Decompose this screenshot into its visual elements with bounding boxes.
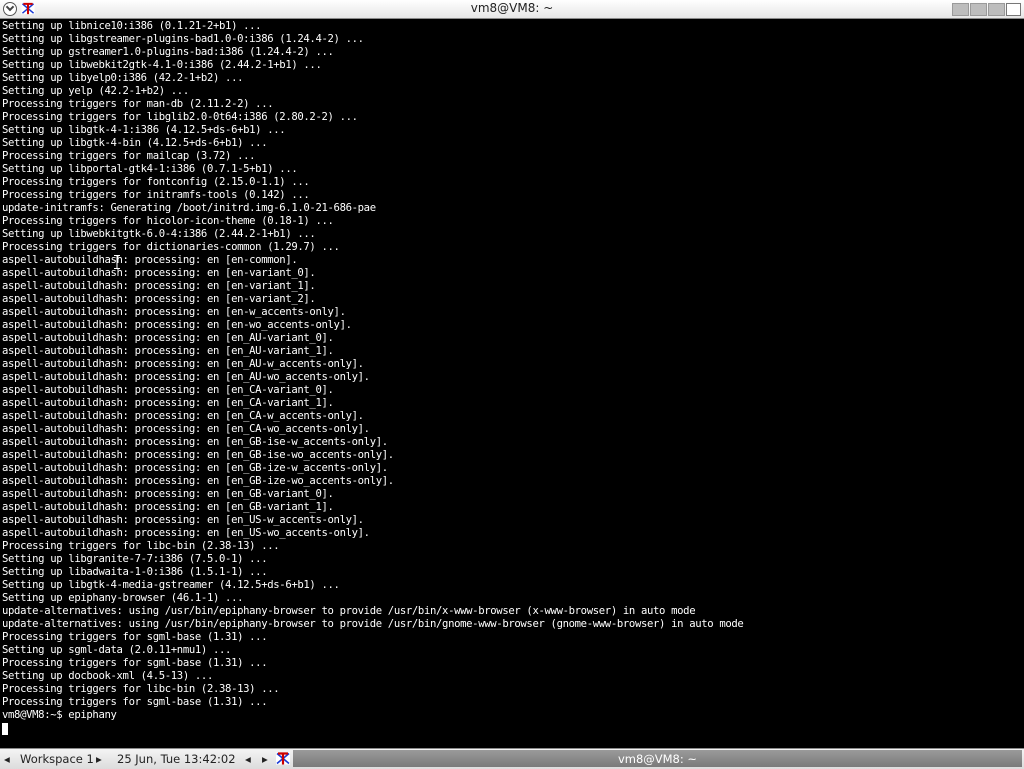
terminal-line: Setting up docbook-xml (4.5-13) ... — [2, 670, 213, 682]
terminal-line: Setting up yelp (42.2-1+b2) ... — [2, 85, 189, 97]
terminal-line: update-initramfs: Generating /boot/initr… — [2, 202, 376, 214]
terminal-line: aspell-autobuildhash: processing: en [en… — [2, 462, 388, 474]
terminal-line: aspell-autobuildhash: processing: en [en… — [2, 397, 334, 409]
terminal-line: aspell-autobuildhash: processing: en [en… — [2, 410, 364, 422]
terminal-line: aspell-autobuildhash: processing: en [en… — [2, 319, 352, 331]
terminal-line: aspell-autobuildhash: processing: en [en… — [2, 423, 370, 435]
terminal-line: Setting up libwebkit2gtk-4.1-0:i386 (2.4… — [2, 59, 322, 71]
window-controls — [952, 3, 1021, 16]
taskbar-window-button[interactable]: vm8@VM8: ~ — [293, 750, 1022, 767]
taskbar-window-title: vm8@VM8: ~ — [617, 752, 698, 766]
terminal-line: aspell-autobuildhash: processing: en [en… — [2, 306, 346, 318]
terminal-line: aspell-autobuildhash: processing: en [en… — [2, 475, 394, 487]
terminal-line: aspell-autobuildhash: processing: en [en… — [2, 332, 334, 344]
terminal-task-icon[interactable] — [275, 751, 291, 766]
terminal-line: aspell-autobuildhash: processing: en [en… — [2, 280, 316, 292]
terminal-area[interactable]: Setting up libnice10:i386 (0.1.21-2+b1) … — [0, 19, 1024, 745]
window-title-bar[interactable]: vm8@VM8: ~ — [0, 0, 1024, 19]
terminal-line: Processing triggers for sgml-base (1.31)… — [2, 657, 268, 669]
terminal-line: Processing triggers for initramfs-tools … — [2, 189, 310, 201]
terminal-line: update-alternatives: using /usr/bin/epip… — [2, 605, 696, 617]
terminal-line: aspell-autobuildhash: processing: en [en… — [2, 436, 388, 448]
panel-clock: 25 Jun, Tue 13:42:02 — [117, 752, 236, 766]
terminal-line: aspell-autobuildhash: processing: en [en… — [2, 514, 364, 526]
terminal-line: Processing triggers for libglib2.0-0t64:… — [2, 111, 358, 123]
terminal-line: aspell-autobuildhash: processing: en [en… — [2, 488, 334, 500]
terminal-line: Setting up libyelp0:i386 (42.2-1+b2) ... — [2, 72, 244, 84]
maximize-button[interactable] — [970, 3, 987, 16]
terminal-line: Setting up libgstreamer-plugins-bad1.0-0… — [2, 33, 364, 45]
terminal-line: Setting up libgtk-4-media-gstreamer (4.1… — [2, 579, 340, 591]
terminal-output: Setting up libnice10:i386 (0.1.21-2+b1) … — [2, 20, 744, 722]
terminal-line: Processing triggers for libc-bin (2.38-1… — [2, 540, 280, 552]
terminal-line: Setting up libnice10:i386 (0.1.21-2+b1) … — [2, 20, 262, 32]
terminal-line: Setting up libportal-gtk4-1:i386 (0.7.1-… — [2, 163, 298, 175]
terminal-line: Processing triggers for hicolor-icon-the… — [2, 215, 334, 227]
terminal-line: Processing triggers for sgml-base (1.31)… — [2, 631, 268, 643]
terminal-line: Processing triggers for mailcap (3.72) .… — [2, 150, 256, 162]
terminal-line: aspell-autobuildhash: processing: en [en… — [2, 358, 364, 370]
workspace-label[interactable]: Workspace 1 — [20, 752, 94, 766]
terminal-line: Processing triggers for man-db (2.11.2-2… — [2, 98, 274, 110]
terminal-line: Setting up gstreamer1.0-plugins-bad:i386… — [2, 46, 334, 58]
terminal-line: aspell-autobuildhash: processing: en [en… — [2, 345, 334, 357]
terminal-line: Setting up epiphany-browser (46.1-1) ... — [2, 592, 244, 604]
terminal-line: Processing triggers for libc-bin (2.38-1… — [2, 683, 280, 695]
workspace-next-icon[interactable]: ▸ — [96, 752, 102, 766]
terminal-line: Setting up libadwaita-1-0:i386 (1.5.1-1)… — [2, 566, 268, 578]
terminal-line: aspell-autobuildhash: processing: en [en… — [2, 293, 316, 305]
bottom-panel: ◂ Workspace 1 ▸ 25 Jun, Tue 13:42:02 ◂ ▸… — [0, 748, 1024, 769]
terminal-line: aspell-autobuildhash: processing: en [en… — [2, 384, 334, 396]
minimize-button[interactable] — [952, 3, 969, 16]
task-next-icon[interactable]: ▸ — [262, 752, 268, 766]
terminal-line: Processing triggers for fontconfig (2.15… — [2, 176, 310, 188]
terminal-line: Setting up sgml-data (2.0.11+nmu1) ... — [2, 644, 232, 656]
terminal-line: Setting up libgranite-7-7:i386 (7.5.0-1)… — [2, 553, 268, 565]
workspace-prev-icon[interactable]: ◂ — [4, 752, 10, 766]
terminal-line: update-alternatives: using /usr/bin/epip… — [2, 618, 744, 630]
terminal-line: aspell-autobuildhash: processing: en [en… — [2, 449, 394, 461]
terminal-line: aspell-autobuildhash: processing: en [en… — [2, 527, 370, 539]
terminal-line: aspell-autobuildhash: processing: en [en… — [2, 501, 334, 513]
task-prev-icon[interactable]: ◂ — [245, 752, 251, 766]
terminal-line: Processing triggers for sgml-base (1.31)… — [2, 696, 268, 708]
terminal-line: vm8@VM8:~$ epiphany — [2, 709, 117, 721]
terminal-line: Setting up libwebkitgtk-6.0-4:i386 (2.44… — [2, 228, 316, 240]
text-cursor-pointer-icon — [114, 255, 120, 269]
window-title: vm8@VM8: ~ — [470, 1, 554, 15]
close-button[interactable] — [1006, 3, 1021, 16]
shade-button[interactable] — [988, 3, 1005, 16]
terminal-cursor — [2, 723, 8, 735]
terminal-line: aspell-autobuildhash: processing: en [en… — [2, 371, 370, 383]
terminal-line: Processing triggers for dictionaries-com… — [2, 241, 340, 253]
terminal-line: Setting up libgtk-4-1:i386 (4.12.5+ds-6+… — [2, 124, 286, 136]
terminal-line: Setting up libgtk-4-bin (4.12.5+ds-6+b1)… — [2, 137, 268, 149]
